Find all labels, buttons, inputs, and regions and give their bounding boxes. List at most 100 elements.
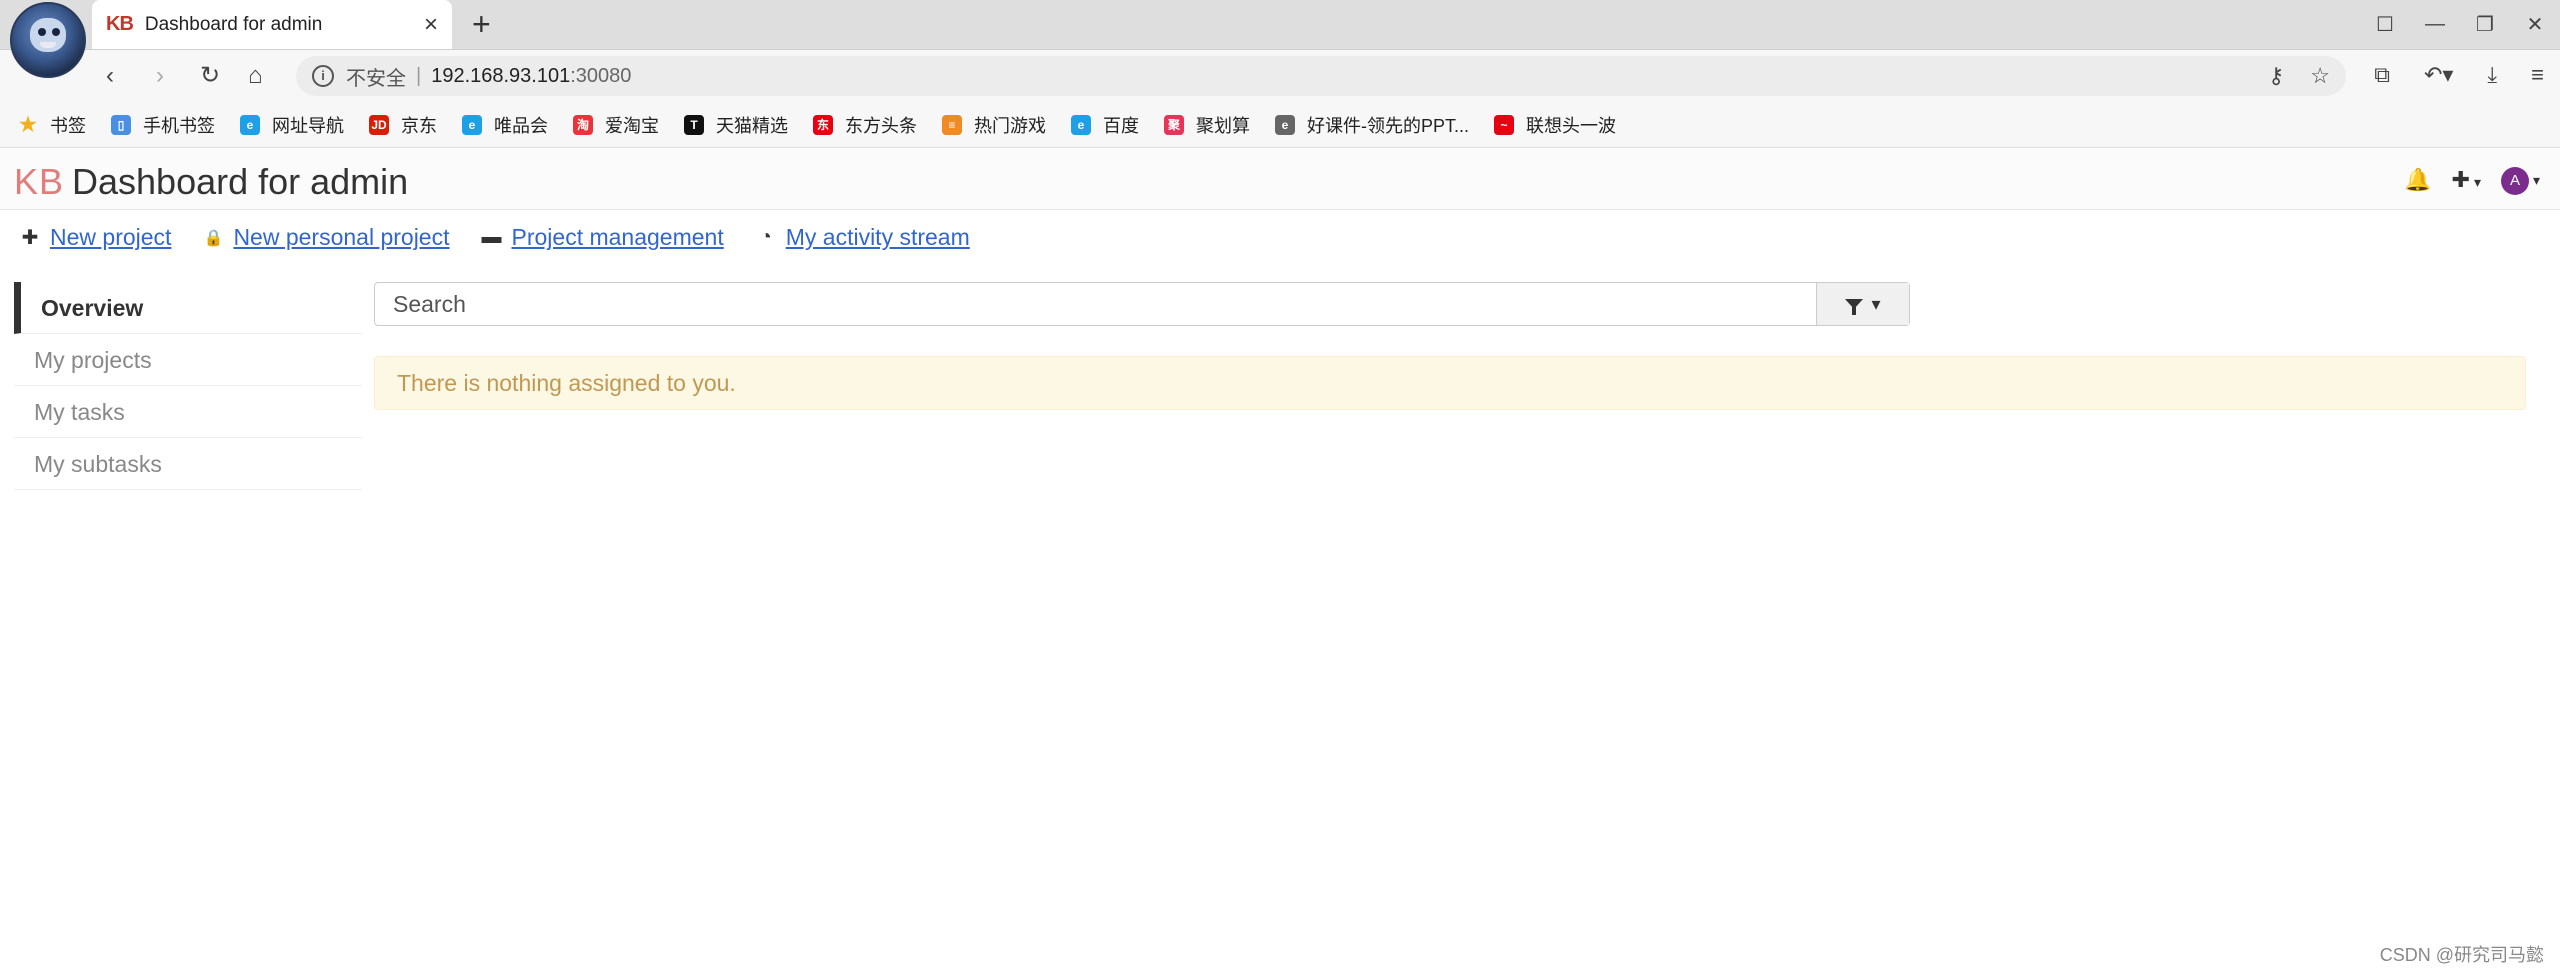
bookmark-label: 好课件-领先的PPT... [1307, 115, 1470, 136]
dashboard-icon: ◔ [759, 226, 772, 248]
extensions-icon[interactable]: ⧉ [2374, 62, 2390, 88]
empty-assignments-alert: There is nothing assigned to you. [374, 356, 2526, 410]
sidebar: Overview My projects My tasks My subtask… [14, 282, 362, 490]
bookmark-item[interactable]: e 好课件-领先的PPT... [1275, 112, 1469, 138]
reload-icon[interactable]: ↻ [200, 62, 220, 90]
new-personal-project-action[interactable]: 🔒 New personal project [203, 224, 449, 251]
bookmark-item[interactable]: e 唯品会 [462, 112, 548, 138]
plus-icon: ✚ [21, 227, 39, 249]
key-icon[interactable]: ⚷ [2268, 63, 2284, 89]
project-management-action[interactable]: ▬ Project management [482, 224, 724, 251]
bookmark-item[interactable]: 聚聚划算 [1164, 112, 1250, 138]
bookmark-item[interactable]: ≡ 热门游戏 [942, 112, 1046, 138]
sidebar-item-overview[interactable]: Overview [14, 282, 362, 334]
sidebar-item-my-projects[interactable]: My projects [14, 334, 362, 386]
jd-icon: JD [369, 114, 389, 135]
e-icon: e [240, 114, 260, 135]
filter-icon [1845, 299, 1864, 315]
watermark: CSDN @研究司马懿 [2379, 945, 2544, 965]
activity-stream-link[interactable]: My activity stream [786, 224, 970, 251]
dftt-icon: 东 [813, 114, 833, 135]
bookmark-label: 唯品会 [494, 115, 548, 136]
bookmark-label: 手机书签 [143, 115, 215, 136]
menu-icon[interactable]: ≡ [2531, 62, 2544, 88]
bookmark-label: 联想头一波 [1526, 115, 1617, 136]
dashboard-actions: ✚ New project 🔒 New personal project ▬ P… [20, 224, 1002, 251]
new-tab-button[interactable]: + [472, 6, 491, 42]
window-controls: ☐ — ❐ ✕ [2360, 0, 2560, 49]
browser-toolbar: ‹ › ↻ ⌂ i 不安全 | 192.168.93.101 :30080 ⚷ … [0, 50, 2560, 102]
search-form: ▾ [374, 282, 1910, 326]
bookmark-label: 网址导航 [272, 115, 344, 136]
bell-icon[interactable]: 🔔 [2404, 167, 2431, 193]
folder-icon: ▬ [481, 226, 502, 248]
activity-stream-action[interactable]: ◔ My activity stream [756, 224, 970, 251]
toolbar-right-icons: ⧉ ↶▾ ⤓ ≡ [2374, 62, 2544, 88]
restore-icon[interactable]: ❐ [2460, 12, 2510, 37]
close-tab-icon[interactable]: × [424, 11, 438, 39]
bookmark-item[interactable]: T 天猫精选 [684, 112, 788, 138]
bookmark-star-icon[interactable]: ☆ [2310, 63, 2330, 89]
kanboard-favicon-icon: KB [106, 13, 134, 35]
bookmark-item[interactable]: ★ 书签 [18, 112, 86, 138]
sidebar-item-my-subtasks[interactable]: My subtasks [14, 438, 362, 490]
e-gray-icon: e [1275, 114, 1295, 135]
page-header: KB Dashboard for admin 🔔 ✚ ▾ A ▾ [0, 149, 2560, 210]
tab-title: Dashboard for admin [144, 13, 323, 35]
back-icon[interactable]: ‹ [106, 62, 114, 90]
plus-icon: ✚ [2451, 166, 2470, 192]
phone-icon: ▯ [111, 114, 131, 135]
bookmark-item[interactable]: 东东方头条 [813, 112, 917, 138]
new-project-action[interactable]: ✚ New project [20, 224, 172, 251]
new-personal-project-link[interactable]: New personal project [233, 224, 449, 251]
project-management-link[interactable]: Project management [512, 224, 724, 251]
bookmark-label: 百度 [1103, 115, 1139, 136]
download-icon[interactable]: ⤓ [2487, 62, 2497, 88]
bookmark-label: 天猫精选 [716, 115, 788, 136]
info-icon[interactable]: i [312, 65, 334, 87]
browser-tab-strip: KB Dashboard for admin × + ☐ — ❐ ✕ [0, 0, 2560, 78]
bookmark-item[interactable]: JD 京东 [369, 112, 437, 138]
bookmark-item[interactable]: ~ 联想头一波 [1494, 112, 1616, 138]
bookmark-item[interactable]: 淘爱淘宝 [573, 112, 659, 138]
chevron-down-icon: ▾ [2532, 172, 2540, 188]
new-project-link[interactable]: New project [50, 224, 171, 251]
bookmark-item[interactable]: ▯ 手机书签 [111, 112, 215, 138]
search-input[interactable] [375, 283, 1816, 325]
chevron-down-icon: ▾ [1871, 293, 1881, 314]
user-menu-button[interactable]: A ▾ [2500, 165, 2540, 195]
e-icon: e [462, 114, 482, 135]
home-icon[interactable]: ⌂ [248, 62, 263, 90]
game-icon: ≡ [942, 114, 962, 135]
bookmark-label: 爱淘宝 [605, 115, 659, 136]
taobao-icon: 淘 [573, 114, 593, 135]
star-icon: ★ [19, 114, 37, 136]
bookmark-item[interactable]: e 网址导航 [240, 112, 344, 138]
undo-icon[interactable]: ↶▾ [2424, 62, 2453, 88]
forward-icon[interactable]: › [156, 62, 164, 90]
url-port: :30080 [570, 64, 632, 87]
juhuasuan-icon: 聚 [1164, 114, 1184, 135]
bookmarks-bar: ★ 书签 ▯ 手机书签 e 网址导航 JD 京东 e 唯品会 淘爱淘宝 T 天猫精选 东东方头条 ≡ 热门游戏… [0, 102, 2560, 148]
address-bar[interactable]: i 不安全 | 192.168.93.101 :30080 ⚷ ☆ [296, 56, 2346, 96]
tshirt-icon[interactable]: ☐ [2360, 12, 2410, 37]
sidebar-item-my-tasks[interactable]: My tasks [14, 386, 362, 438]
browser-tab[interactable]: KB Dashboard for admin × [92, 0, 452, 49]
kanboard-logo[interactable]: KB [14, 161, 64, 203]
close-window-icon[interactable]: ✕ [2510, 12, 2560, 37]
insecure-label: 不安全 [346, 67, 406, 90]
bookmark-item[interactable]: e 百度 [1071, 112, 1139, 138]
avatar: A [2500, 166, 2529, 195]
chevron-down-icon: ▾ [2473, 173, 2481, 190]
filter-dropdown-button[interactable]: ▾ [1816, 283, 1909, 325]
bookmark-label: 京东 [401, 115, 437, 136]
lenovo-icon: ~ [1494, 114, 1515, 135]
bookmark-label: 书签 [50, 115, 86, 136]
create-menu-button[interactable]: ✚ ▾ [2452, 167, 2481, 193]
e-icon: e [1071, 114, 1091, 135]
address-separator: | [416, 64, 422, 87]
page-title: Dashboard for admin [72, 161, 409, 202]
browser-profile-avatar[interactable] [10, 2, 86, 78]
url-host: 192.168.93.101 [431, 64, 571, 87]
minimize-icon[interactable]: — [2410, 13, 2460, 36]
